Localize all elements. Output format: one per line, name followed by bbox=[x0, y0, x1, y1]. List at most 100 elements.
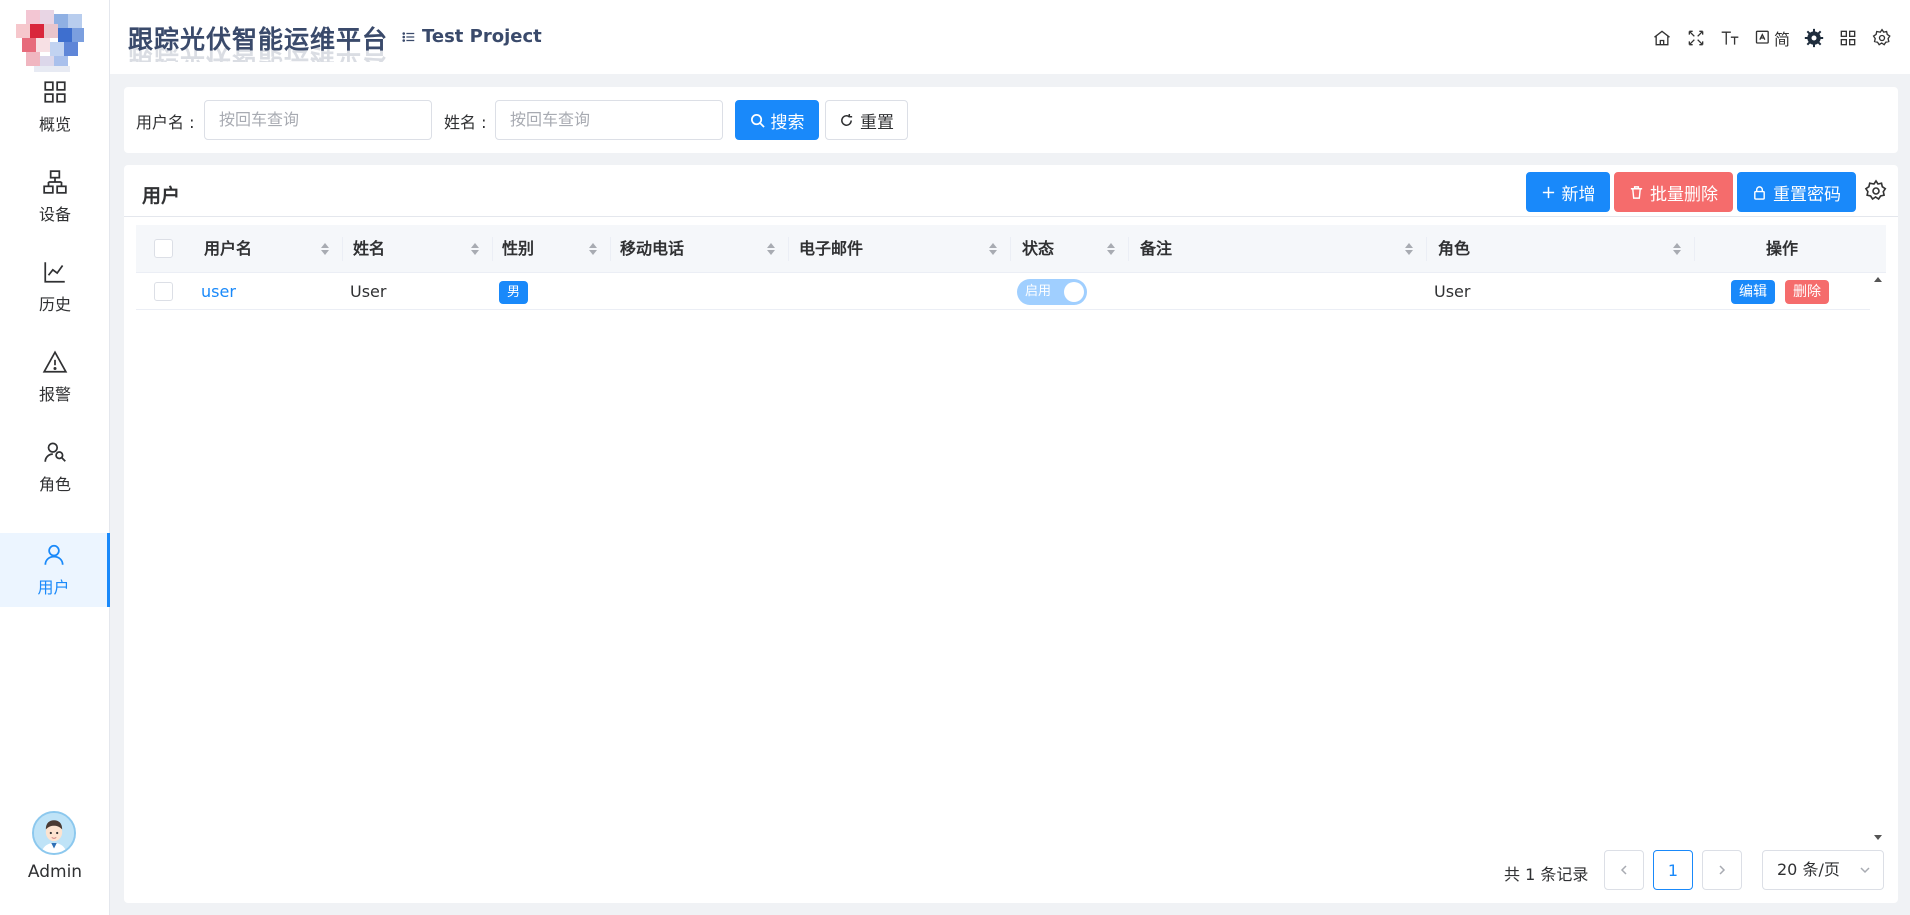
sort-icon[interactable] bbox=[1672, 241, 1682, 257]
page-size-select[interactable]: 20 条/页 bbox=[1762, 850, 1884, 890]
sidebar-item-alarms[interactable]: 报警 bbox=[0, 340, 110, 414]
column-separator bbox=[1694, 237, 1695, 261]
status-switch[interactable]: 启用 bbox=[1017, 279, 1087, 305]
reset-button-label: 重置 bbox=[860, 112, 894, 133]
top-header: 跟踪光伏智能运维平台 跟踪光伏智能运维平台 Test Project 简 bbox=[110, 0, 1910, 74]
sidebar-item-label: 角色 bbox=[38, 475, 71, 494]
cell-role: User bbox=[1434, 282, 1471, 301]
prev-page-button[interactable] bbox=[1604, 850, 1644, 890]
username-search-input[interactable]: 按回车查询 bbox=[204, 100, 432, 140]
sidebar-item-devices[interactable]: 设备 bbox=[0, 160, 110, 234]
column-separator bbox=[1010, 237, 1011, 261]
sort-icon[interactable] bbox=[470, 241, 480, 257]
plus-icon bbox=[1542, 186, 1554, 198]
row-checkbox[interactable] bbox=[154, 282, 173, 301]
search-panel: 用户名 : 按回车查询 姓名 : 按回车查询 搜索 重置 bbox=[124, 87, 1898, 153]
add-user-button[interactable]: 新增 bbox=[1526, 172, 1610, 212]
search-button[interactable]: 搜索 bbox=[735, 100, 819, 140]
sidebar-item-roles[interactable]: 角色 bbox=[0, 430, 110, 504]
select-all-checkbox[interactable] bbox=[154, 239, 173, 258]
sort-icon[interactable] bbox=[320, 241, 330, 257]
next-page-button[interactable] bbox=[1702, 850, 1742, 890]
page-number-current[interactable]: 1 bbox=[1653, 850, 1693, 890]
user-icon bbox=[43, 544, 64, 565]
sidebar-item-history[interactable]: 历史 bbox=[0, 250, 110, 324]
project-name: Test Project bbox=[422, 26, 542, 47]
reset-password-button[interactable]: 重置密码 bbox=[1737, 172, 1856, 212]
language-label: 简 bbox=[1773, 30, 1790, 49]
current-user-name[interactable]: Admin bbox=[0, 862, 110, 882]
username-label: 用户名 : bbox=[136, 113, 195, 132]
delete-button[interactable]: 删除 bbox=[1785, 280, 1829, 304]
sidebar-item-label: 概览 bbox=[38, 115, 71, 134]
chevron-down-icon bbox=[1860, 867, 1870, 874]
panel-divider bbox=[124, 216, 1898, 217]
column-header-remark[interactable]: 备注 bbox=[1140, 225, 1172, 273]
sidebar-item-overview[interactable]: 概览 bbox=[0, 70, 110, 144]
column-separator bbox=[788, 237, 789, 261]
line-chart-icon bbox=[44, 262, 65, 283]
column-header-gender[interactable]: 性别 bbox=[502, 225, 534, 273]
add-button-label: 新增 bbox=[1561, 184, 1596, 205]
column-settings-icon[interactable] bbox=[1864, 179, 1888, 203]
scroll-down-arrow[interactable] bbox=[1874, 835, 1882, 840]
header-toolbar: 简 bbox=[1652, 26, 1892, 50]
refresh-icon bbox=[841, 113, 853, 126]
avatar-face-icon bbox=[34, 813, 74, 853]
column-header-phone[interactable]: 移动电话 bbox=[620, 225, 684, 273]
hierarchy-icon bbox=[43, 170, 67, 194]
reset-button[interactable]: 重置 bbox=[825, 100, 908, 140]
cell-name: User bbox=[350, 282, 387, 301]
lock-icon bbox=[1754, 185, 1765, 200]
table-header: 用户名 姓名 性别 移动电话 电子邮件 状态 备注 角色 操作 bbox=[136, 225, 1886, 273]
edit-button[interactable]: 编辑 bbox=[1731, 280, 1775, 304]
scroll-up-arrow[interactable] bbox=[1874, 277, 1882, 282]
column-header-role[interactable]: 角色 bbox=[1438, 225, 1470, 273]
name-label: 姓名 : bbox=[444, 113, 487, 132]
translate-icon bbox=[1755, 30, 1769, 44]
roles-icon bbox=[44, 442, 66, 462]
sort-icon[interactable] bbox=[588, 241, 598, 257]
sort-icon[interactable] bbox=[988, 241, 998, 257]
project-selector[interactable]: Test Project bbox=[402, 26, 542, 47]
pagination-total: 共 1 条记录 bbox=[1504, 865, 1589, 884]
column-header-username[interactable]: 用户名 bbox=[204, 225, 252, 273]
switch-knob bbox=[1064, 282, 1084, 302]
app-logo bbox=[16, 6, 86, 74]
column-separator bbox=[1128, 237, 1129, 261]
home-icon[interactable] bbox=[1652, 28, 1672, 48]
column-header-email[interactable]: 电子邮件 bbox=[799, 225, 863, 273]
name-search-input[interactable]: 按回车查询 bbox=[495, 100, 723, 140]
avatar[interactable] bbox=[32, 811, 76, 855]
layout-grid-icon[interactable] bbox=[1838, 28, 1858, 48]
settings-icon[interactable] bbox=[1872, 28, 1892, 48]
fullscreen-icon[interactable] bbox=[1686, 28, 1706, 48]
panel-title: 用户 bbox=[142, 185, 181, 207]
theme-gear-icon[interactable] bbox=[1804, 28, 1824, 48]
column-header-name[interactable]: 姓名 bbox=[353, 225, 385, 273]
warning-icon bbox=[42, 350, 68, 373]
chevron-right-icon bbox=[1719, 865, 1726, 875]
list-icon bbox=[402, 31, 415, 42]
sidebar-item-label: 用户 bbox=[37, 578, 70, 597]
search-button-label: 搜索 bbox=[770, 112, 805, 133]
sort-icon[interactable] bbox=[1404, 241, 1414, 257]
column-separator bbox=[492, 237, 493, 261]
sort-icon[interactable] bbox=[766, 241, 776, 257]
column-separator bbox=[1426, 237, 1427, 261]
user-table-panel: 用户 新增 批量删除 重置密码 用户名 姓名 性别 移动电话 电子邮件 状态 备 bbox=[124, 165, 1898, 903]
sort-icon[interactable] bbox=[1106, 241, 1116, 257]
reset-password-label: 重置密码 bbox=[1773, 184, 1841, 205]
sidebar-item-users[interactable]: 用户 bbox=[0, 533, 110, 607]
column-header-actions: 操作 bbox=[1766, 239, 1799, 258]
language-switch[interactable]: 简 bbox=[1754, 26, 1790, 50]
batch-delete-button[interactable]: 批量删除 bbox=[1614, 172, 1733, 212]
sidebar-item-label: 设备 bbox=[38, 205, 71, 224]
table-row: user User 男 启用 User 编辑 删除 bbox=[136, 273, 1870, 310]
column-separator bbox=[342, 237, 343, 261]
cell-username[interactable]: user bbox=[201, 273, 236, 310]
font-size-icon[interactable] bbox=[1720, 28, 1740, 48]
column-header-status[interactable]: 状态 bbox=[1022, 225, 1054, 273]
page-size-value: 20 条/页 bbox=[1777, 860, 1840, 879]
search-icon bbox=[750, 113, 765, 128]
